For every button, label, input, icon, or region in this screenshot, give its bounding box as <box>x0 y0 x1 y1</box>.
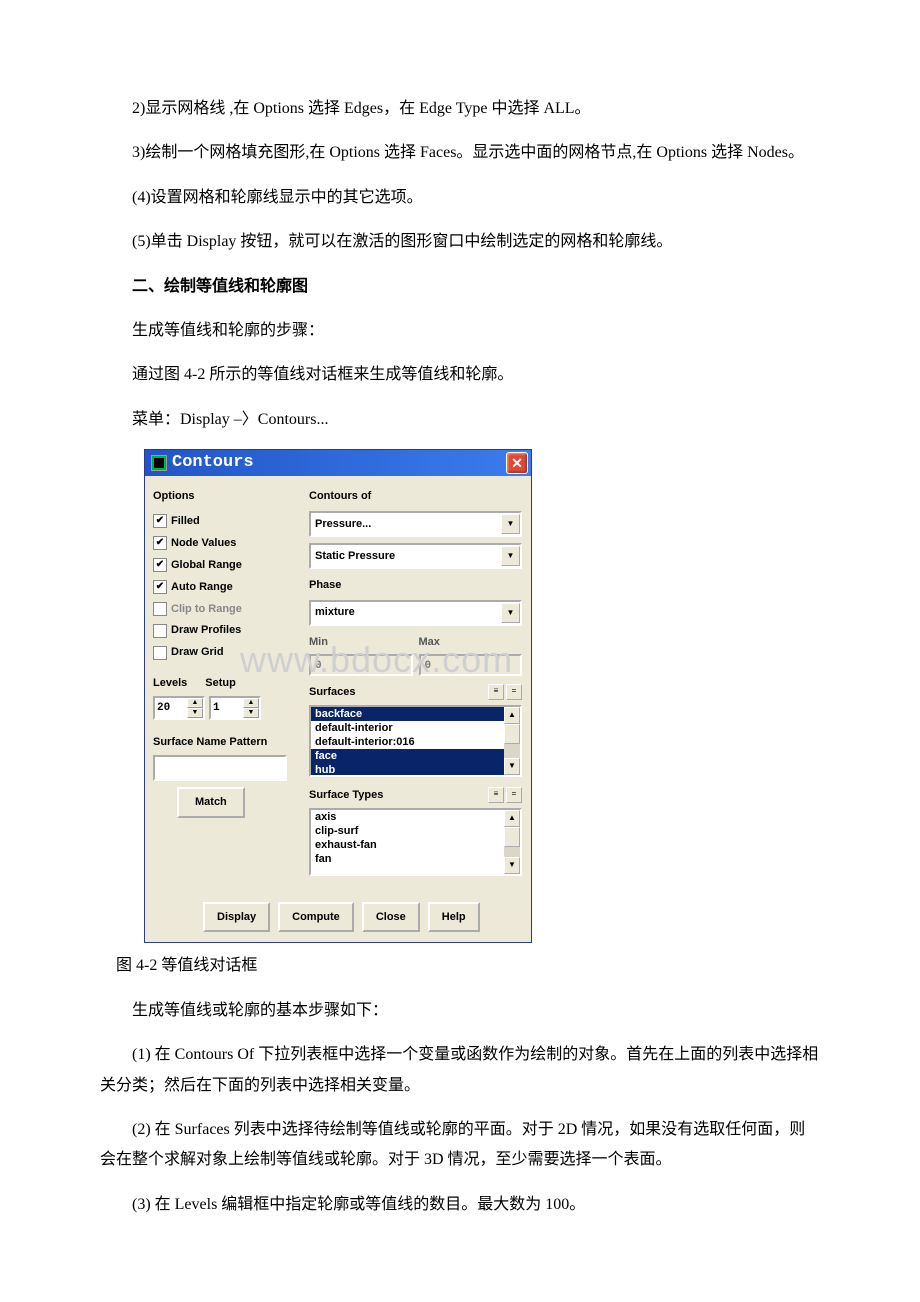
paragraph: 2)显示网格线 ,在 Options 选择 Edges，在 Edge Type … <box>100 94 820 124</box>
max-value: 0 <box>419 654 523 676</box>
paragraph: 菜单：Display –〉Contours... <box>100 405 820 435</box>
paragraph: (4)设置网格和轮廓线显示中的其它选项。 <box>100 183 820 213</box>
paragraph: 生成等值线或轮廓的基本步骤如下： <box>100 996 820 1026</box>
surfaces-listbox[interactable]: backface default-interior default-interi… <box>309 705 522 777</box>
compute-button[interactable]: Compute <box>278 902 354 933</box>
checkbox-label: Filled <box>171 511 200 532</box>
min-value: 0 <box>309 654 413 676</box>
checkbox-clip-to-range: Clip to Range <box>153 599 297 620</box>
checkbox-label: Node Values <box>171 533 236 554</box>
chevron-down-icon: ▼ <box>501 546 520 566</box>
surfaces-label: Surfaces <box>309 682 355 703</box>
close-button[interactable]: Close <box>362 902 420 933</box>
setup-label: Setup <box>205 673 236 694</box>
help-button[interactable]: Help <box>428 902 480 933</box>
checkbox-label: Global Range <box>171 555 242 576</box>
paragraph: 3)绘制一个网格填充图形,在 Options 选择 Faces。显示选中面的网格… <box>100 138 820 168</box>
contours-variable-dropdown[interactable]: Static Pressure ▼ <box>309 543 522 569</box>
paragraph: (2) 在 Surfaces 列表中选择待绘制等值线或轮廓的平面。对于 2D 情… <box>100 1115 820 1176</box>
surface-types-label: Surface Types <box>309 785 383 806</box>
contours-category-dropdown[interactable]: Pressure... ▼ <box>309 511 522 537</box>
match-button[interactable]: Match <box>177 787 245 818</box>
titlebar[interactable]: Contours ✕ <box>145 450 531 476</box>
levels-spinner[interactable]: ▲▼ <box>153 696 205 720</box>
checkbox-label: Draw Grid <box>171 642 224 663</box>
dialog-title: Contours <box>172 447 254 479</box>
checkbox-label: Clip to Range <box>171 599 242 620</box>
list-item[interactable]: face <box>311 749 504 763</box>
scroll-up-icon[interactable]: ▲ <box>504 707 520 724</box>
dropdown-value: Pressure... <box>315 514 371 535</box>
spin-up-icon[interactable]: ▲ <box>243 698 259 708</box>
list-item[interactable]: hub <box>311 763 504 775</box>
surface-name-pattern-input[interactable] <box>153 755 287 781</box>
dropdown-value: Static Pressure <box>315 546 395 567</box>
list-item[interactable]: fan <box>311 852 504 866</box>
scroll-down-icon[interactable]: ▼ <box>504 857 520 874</box>
scrollbar[interactable]: ▲ ▼ <box>504 810 520 874</box>
section-heading: 二、绘制等值线和轮廓图 <box>100 272 820 302</box>
levels-label: Levels <box>153 673 187 694</box>
scroll-down-icon[interactable]: ▼ <box>504 758 520 775</box>
options-label: Options <box>153 486 297 507</box>
contours-of-label: Contours of <box>309 486 522 507</box>
scrollbar[interactable]: ▲ ▼ <box>504 707 520 775</box>
select-all-icon[interactable]: ≡ <box>488 684 504 700</box>
checkbox-label: Draw Profiles <box>171 620 241 641</box>
list-item[interactable]: axis <box>311 810 504 824</box>
paragraph: (3) 在 Levels 编辑框中指定轮廓或等值线的数目。最大数为 100。 <box>100 1190 820 1220</box>
checkbox-global-range[interactable]: Global Range <box>153 555 297 576</box>
max-label: Max <box>419 632 523 653</box>
checkbox-draw-grid[interactable]: Draw Grid <box>153 642 297 663</box>
scroll-thumb[interactable] <box>504 724 520 744</box>
scroll-thumb[interactable] <box>504 827 520 847</box>
select-all-icon[interactable]: ≡ <box>488 787 504 803</box>
setup-spinner[interactable]: ▲▼ <box>209 696 261 720</box>
list-item[interactable]: default-interior <box>311 721 504 735</box>
spin-down-icon[interactable]: ▼ <box>187 708 203 718</box>
checkbox-node-values[interactable]: Node Values <box>153 533 297 554</box>
list-item[interactable]: clip-surf <box>311 824 504 838</box>
surface-types-listbox[interactable]: axis clip-surf exhaust-fan fan ▲ ▼ <box>309 808 522 876</box>
dropdown-value: mixture <box>315 602 355 623</box>
deselect-all-icon[interactable]: = <box>506 787 522 803</box>
paragraph: 通过图 4-2 所示的等值线对话框来生成等值线和轮廓。 <box>100 360 820 390</box>
deselect-all-icon[interactable]: = <box>506 684 522 700</box>
surface-name-pattern-label: Surface Name Pattern <box>153 732 297 753</box>
min-label: Min <box>309 632 413 653</box>
close-icon[interactable]: ✕ <box>506 452 528 474</box>
paragraph: 生成等值线和轮廓的步骤： <box>100 316 820 346</box>
phase-label: Phase <box>309 575 522 596</box>
list-item[interactable]: default-interior:016 <box>311 735 504 749</box>
levels-input[interactable] <box>155 698 187 718</box>
checkbox-filled[interactable]: Filled <box>153 511 297 532</box>
contours-dialog: Contours ✕ Options Filled Node Values Gl… <box>144 449 532 943</box>
paragraph: (5)单击 Display 按钮，就可以在激活的图形窗口中绘制选定的网格和轮廓线… <box>100 227 820 257</box>
app-icon <box>151 455 167 471</box>
checkbox-auto-range[interactable]: Auto Range <box>153 577 297 598</box>
figure-caption: 图 4-2 等值线对话框 <box>100 951 820 981</box>
chevron-down-icon: ▼ <box>501 603 520 623</box>
list-item[interactable]: exhaust-fan <box>311 838 504 852</box>
spin-down-icon[interactable]: ▼ <box>243 708 259 718</box>
phase-dropdown[interactable]: mixture ▼ <box>309 600 522 626</box>
checkbox-draw-profiles[interactable]: Draw Profiles <box>153 620 297 641</box>
list-item[interactable]: backface <box>311 707 504 721</box>
setup-input[interactable] <box>211 698 243 718</box>
scroll-up-icon[interactable]: ▲ <box>504 810 520 827</box>
display-button[interactable]: Display <box>203 902 270 933</box>
paragraph: (1) 在 Contours Of 下拉列表框中选择一个变量或函数作为绘制的对象… <box>100 1040 820 1101</box>
checkbox-label: Auto Range <box>171 577 233 598</box>
spin-up-icon[interactable]: ▲ <box>187 698 203 708</box>
chevron-down-icon: ▼ <box>501 514 520 534</box>
